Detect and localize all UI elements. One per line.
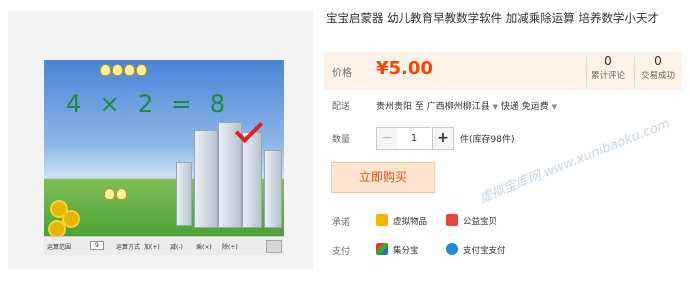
- stock-info: 件(库存98件): [460, 135, 515, 145]
- virtual-goods-icon: [376, 214, 388, 226]
- building: [242, 132, 262, 228]
- bulb-icon: [112, 64, 123, 76]
- quantity-decrease-button[interactable]: −: [376, 127, 398, 150]
- quantity-label: 数量: [332, 135, 351, 145]
- bulb-icon: [100, 64, 111, 76]
- bulb-icon: [104, 188, 115, 200]
- price-label: 价格: [332, 68, 352, 79]
- reviews-stat[interactable]: 0 累计评论: [586, 54, 630, 81]
- range-select[interactable]: 9: [90, 241, 104, 250]
- mode-option-subtract[interactable]: 减(-): [170, 242, 183, 251]
- payment-alipay[interactable]: 支付宝支付: [463, 244, 506, 256]
- building: [176, 162, 192, 226]
- jifenbao-icon: [376, 243, 388, 255]
- alipay-icon: [446, 243, 458, 255]
- product-image[interactable]: 4 × 2 = 8: [44, 60, 284, 250]
- building: [264, 150, 282, 228]
- charity-heart-icon: [446, 214, 458, 226]
- chevron-down-icon[interactable]: ▼: [493, 103, 498, 111]
- mode-option-divide[interactable]: 除(÷): [222, 242, 238, 251]
- product-title: 宝宝启蒙器 幼儿教育早教数学软件 加减乘除运算 培养数学小天才: [326, 11, 659, 25]
- buy-now-button[interactable]: 立即购买: [331, 162, 435, 193]
- reviews-label: 累计评论: [590, 71, 625, 81]
- shipping-info: 贵州贵阳 至 广西柳州柳江县 ▼ 快递 免运费 ▼: [376, 99, 557, 112]
- bulb-icon: [116, 188, 127, 200]
- building: [218, 122, 242, 228]
- price-value: ¥5.00: [376, 58, 433, 79]
- mode-option-multiply[interactable]: 乘(×): [196, 242, 212, 251]
- bulb-icon: [136, 64, 147, 76]
- chevron-down-icon[interactable]: ▼: [552, 103, 557, 111]
- sales-label: 交易成功: [640, 71, 675, 81]
- shipping-label: 配送: [332, 102, 351, 112]
- divider: [634, 57, 635, 87]
- math-equation: 4 × 2 = 8: [66, 90, 227, 118]
- promise-label: 承诺: [332, 218, 351, 228]
- shipping-from: 贵州贵阳 至: [376, 102, 424, 112]
- quantity-input[interactable]: 1: [397, 127, 431, 150]
- building: [194, 130, 218, 228]
- sales-count: 0: [654, 54, 662, 68]
- promise-virtual-goods[interactable]: 虚拟物品: [393, 215, 427, 227]
- bulb-icon: [124, 64, 135, 76]
- watermark: 虚拟宝库网 www.xunibaoku.com: [477, 116, 673, 207]
- payment-label: 支付: [332, 247, 351, 257]
- quantity-increase-button[interactable]: +: [432, 127, 454, 150]
- promise-charity[interactable]: 公益宝贝: [463, 215, 497, 227]
- game-control-bar: 运算范围 9 运算方式 加(+) 减(-) 乘(×) 除(÷): [44, 236, 284, 255]
- reviews-count: 0: [604, 54, 612, 68]
- shipping-to[interactable]: 广西柳州柳江县: [427, 102, 490, 112]
- mode-option-add[interactable]: 加(+): [144, 242, 160, 251]
- range-label: 运算范围: [47, 244, 72, 251]
- payment-jifenbao[interactable]: 集分宝: [393, 244, 419, 256]
- mode-label: 运算方式: [116, 244, 141, 251]
- shipping-method[interactable]: 快递 免运费: [501, 102, 549, 112]
- sales-stat: 0 交易成功: [636, 54, 680, 81]
- game-button[interactable]: [266, 240, 282, 253]
